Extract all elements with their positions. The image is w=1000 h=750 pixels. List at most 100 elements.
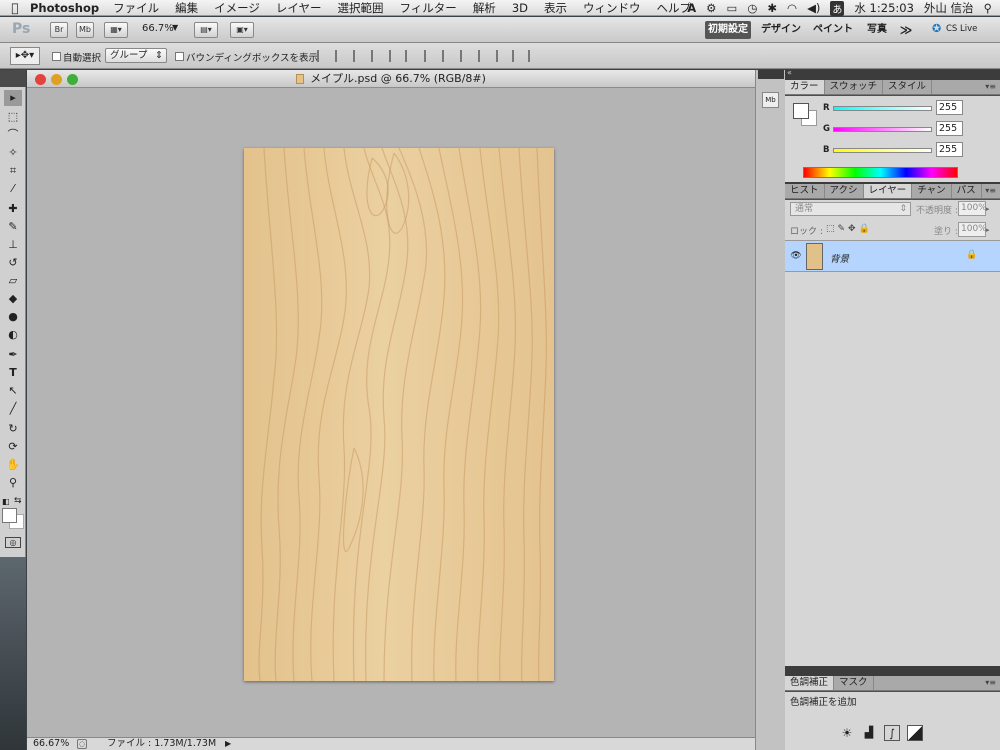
- brightness-contrast-icon[interactable]: ☀: [839, 725, 855, 741]
- menu-analysis[interactable]: 解析: [473, 0, 496, 16]
- document-canvas[interactable]: [244, 147, 554, 682]
- channel-g-slider[interactable]: [833, 127, 932, 132]
- menu-view[interactable]: 表示: [544, 0, 567, 16]
- tab-color[interactable]: カラー: [785, 80, 825, 94]
- view-extras-button[interactable]: ▦▾: [104, 22, 128, 38]
- tab-adjustments[interactable]: 色調補正: [785, 676, 835, 690]
- input-method-icon[interactable]: あ: [830, 0, 845, 16]
- status-menu-arrow-icon[interactable]: ▶: [225, 738, 231, 750]
- foreground-color-swatch[interactable]: [2, 508, 17, 523]
- tab-actions[interactable]: アクシ: [825, 184, 864, 198]
- menu-help[interactable]: ヘルプ: [656, 0, 691, 16]
- menu-filter[interactable]: フィルター: [400, 0, 457, 16]
- line-tool-icon[interactable]: ╱: [4, 401, 22, 417]
- history-brush-tool-icon[interactable]: ↺: [4, 255, 22, 271]
- tab-styles[interactable]: スタイル: [883, 80, 933, 94]
- channel-b-slider[interactable]: [833, 148, 932, 153]
- auto-select-dropdown[interactable]: グループ ⇕: [105, 48, 167, 63]
- lasso-tool-icon[interactable]: ⌒: [4, 127, 22, 143]
- blur-tool-icon[interactable]: ●: [4, 309, 22, 325]
- menu-image[interactable]: イメージ: [214, 0, 260, 16]
- tools-panel-header[interactable]: [0, 70, 26, 87]
- workspace-photo[interactable]: 写真: [860, 21, 894, 39]
- hand-tool-icon[interactable]: ✋: [4, 457, 22, 473]
- distribute-vcenter-icon[interactable]: [442, 50, 453, 62]
- tab-history[interactable]: ヒスト: [785, 184, 825, 198]
- tab-paths[interactable]: パス: [952, 184, 982, 198]
- zoom-window-icon[interactable]: [67, 74, 78, 85]
- show-bbox-checkbox[interactable]: [175, 52, 184, 61]
- channel-b-value[interactable]: 255: [936, 142, 963, 157]
- marquee-tool-icon[interactable]: ⬚: [4, 109, 22, 125]
- auto-select-checkbox[interactable]: [52, 52, 61, 61]
- eyedropper-tool-icon[interactable]: ⁄: [4, 181, 22, 197]
- tab-masks[interactable]: マスク: [834, 676, 874, 690]
- arrange-documents-button[interactable]: ▤▾: [194, 22, 218, 38]
- workspace-essentials[interactable]: 初期設定: [705, 21, 751, 39]
- pen-tool-icon[interactable]: ✒: [4, 347, 22, 363]
- menubar-user[interactable]: 外山 信治: [924, 0, 974, 16]
- status-doc-icon[interactable]: ◌: [77, 739, 87, 749]
- wifi-icon[interactable]: ◠: [787, 1, 797, 15]
- apple-menu-icon[interactable]: : [0, 1, 30, 15]
- channel-r-value[interactable]: 255: [936, 100, 963, 115]
- default-colors-icon[interactable]: ◧: [2, 497, 10, 506]
- dock-strip-header[interactable]: [758, 70, 784, 79]
- clone-stamp-tool-icon[interactable]: ⊥: [4, 237, 22, 253]
- align-hcenter-icon[interactable]: [389, 50, 400, 62]
- fill-input[interactable]: 100%: [958, 222, 987, 237]
- menubar-clock[interactable]: 水 1:25:03: [854, 0, 914, 16]
- timemachine-icon[interactable]: ◷: [747, 1, 757, 15]
- minibridge-panel-icon[interactable]: Mb: [762, 92, 779, 108]
- exposure-icon[interactable]: [907, 725, 923, 741]
- zoom-level-dropdown[interactable]: 66.7%: [142, 23, 174, 34]
- minimize-window-icon[interactable]: [51, 74, 62, 85]
- layers-panel-menu-icon[interactable]: ▾≡: [985, 186, 996, 195]
- auto-align-icon[interactable]: [528, 50, 539, 62]
- blend-mode-dropdown[interactable]: 通常 ⇕: [790, 202, 911, 216]
- distribute-top-icon[interactable]: [424, 50, 435, 62]
- path-selection-tool-icon[interactable]: ↖: [4, 383, 22, 399]
- minibridge-button[interactable]: Mb: [76, 22, 94, 38]
- quick-mask-icon[interactable]: ◎: [5, 537, 21, 548]
- align-vcenter-icon[interactable]: [335, 50, 346, 62]
- layer-name[interactable]: 背景: [830, 251, 849, 265]
- menu-layer[interactable]: レイヤー: [276, 0, 322, 16]
- close-window-icon[interactable]: [35, 74, 46, 85]
- menu-3d[interactable]: 3D: [512, 1, 528, 15]
- app-menu[interactable]: Photoshop: [30, 1, 99, 15]
- swap-colors-icon[interactable]: ⇆: [14, 496, 22, 506]
- menu-select[interactable]: 選択範囲: [338, 0, 384, 16]
- zoom-tool-icon[interactable]: ⚲: [4, 475, 22, 491]
- adobe-icon[interactable]: A: [687, 1, 696, 15]
- tab-swatches[interactable]: スウォッチ: [825, 80, 884, 94]
- layer-visibility-eye-icon[interactable]: 👁: [789, 251, 803, 262]
- collapse-icon[interactable]: «: [787, 68, 792, 77]
- adjustments-panel-menu-icon[interactable]: ▾≡: [985, 678, 996, 687]
- volume-icon[interactable]: ◀): [807, 1, 820, 15]
- crop-tool-icon[interactable]: ⌗: [4, 163, 22, 179]
- healing-brush-tool-icon[interactable]: ✚: [4, 201, 22, 217]
- workspace-paint[interactable]: ペイント: [810, 21, 856, 39]
- status-zoom[interactable]: 66.67%: [33, 738, 69, 750]
- align-right-icon[interactable]: [405, 50, 416, 62]
- tool-preset-picker[interactable]: ▸✥▾: [10, 47, 40, 65]
- spotlight-icon[interactable]: ⚲: [984, 1, 992, 15]
- channel-r-slider[interactable]: [833, 106, 932, 111]
- document-titlebar[interactable]: メイプル.psd @ 66.7% (RGB/8#): [27, 70, 755, 88]
- lock-icons[interactable]: ⬚✎✥🔒: [826, 224, 873, 234]
- levels-icon[interactable]: ▟: [861, 725, 877, 741]
- more-workspaces-button[interactable]: ≫: [896, 21, 916, 39]
- distribute-left-icon[interactable]: [478, 50, 489, 62]
- channel-g-value[interactable]: 255: [936, 121, 963, 136]
- tab-layers[interactable]: レイヤー: [863, 184, 913, 198]
- menu-edit[interactable]: 編集: [175, 0, 198, 16]
- color-panel-header[interactable]: «: [785, 68, 1000, 80]
- distribute-right-icon[interactable]: [512, 50, 523, 62]
- color-panel-menu-icon[interactable]: ▾≡: [985, 82, 996, 91]
- paint-bucket-tool-icon[interactable]: ◆: [4, 291, 22, 307]
- display-icon[interactable]: ▭: [726, 1, 737, 15]
- bridge-button[interactable]: Br: [50, 22, 68, 38]
- zoom-chevron-icon[interactable]: ▼: [172, 23, 178, 32]
- quick-select-tool-icon[interactable]: ✧: [4, 145, 22, 161]
